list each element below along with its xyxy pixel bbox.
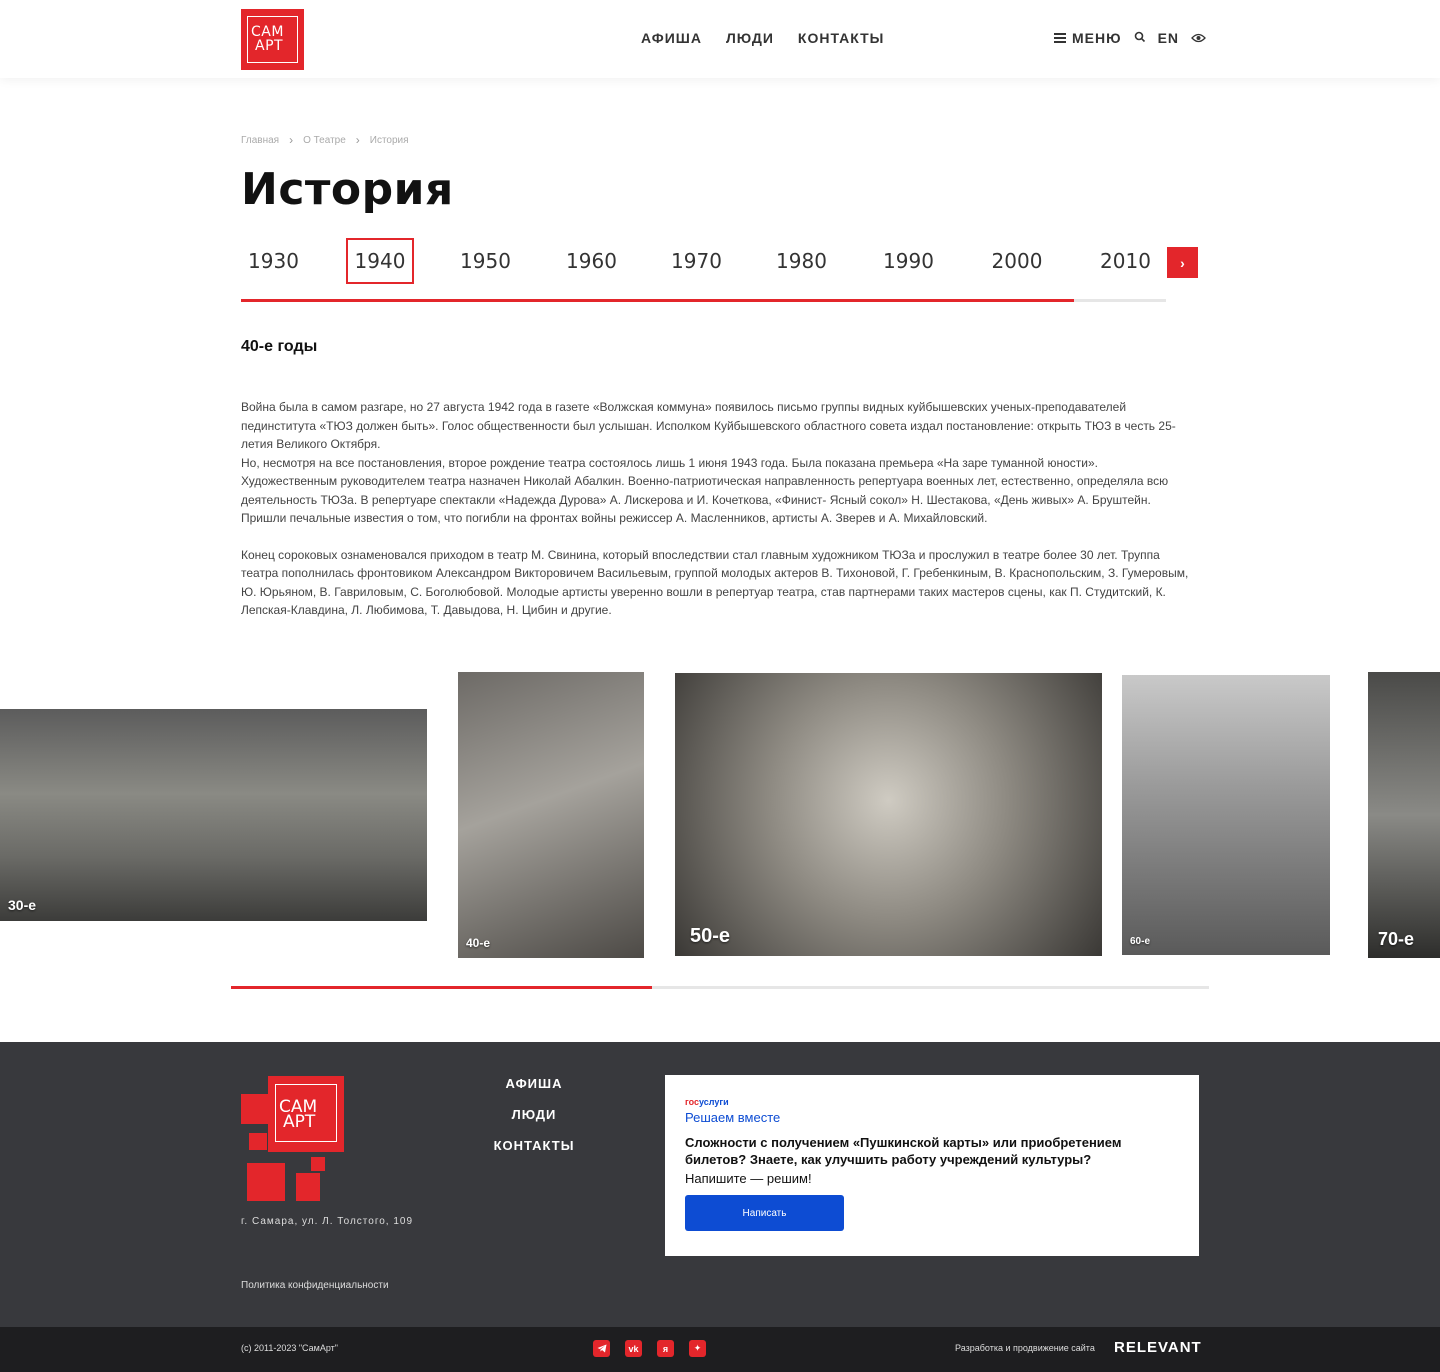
photo-caption: 30-е xyxy=(8,897,37,913)
zen-icon[interactable]: ✦ xyxy=(689,1340,706,1357)
logo-square xyxy=(249,1133,267,1150)
menu-button[interactable]: МЕНЮ xyxy=(1054,30,1122,46)
chevron-right-icon: › xyxy=(355,133,360,147)
gosuslugi-logo: госуслуги xyxy=(685,1097,729,1107)
photo-caption: 50-е xyxy=(690,925,731,947)
decades-progress-fill xyxy=(241,299,1074,302)
eye-icon[interactable] xyxy=(1191,30,1206,46)
decades-progress-track xyxy=(241,299,1166,302)
logo-square xyxy=(241,1094,271,1124)
nav-link-afisha[interactable]: АФИША xyxy=(641,30,702,46)
paragraph-2: Но, несмотря на все постановления, второ… xyxy=(241,455,1169,526)
paragraph-1: Война была в самом разгаре, но 27 август… xyxy=(241,400,1176,451)
menu-label: МЕНЮ xyxy=(1072,30,1122,46)
gallery-photo-40s[interactable]: 40-е xyxy=(458,672,644,958)
hamburger-icon xyxy=(1054,33,1066,43)
developer-brand-link[interactable]: RELEVANT xyxy=(1114,1339,1202,1356)
bottom-bar xyxy=(0,1327,1440,1372)
main-nav: АФИША ЛЮДИ КОНТАКТЫ xyxy=(641,30,884,46)
site-header: САМ АРТ АФИША ЛЮДИ КОНТАКТЫ МЕНЮ EN xyxy=(0,0,1440,78)
footer-address: г. Самара, ул. Л. Толстого, 109 xyxy=(241,1216,414,1227)
site-logo[interactable]: САМ АРТ xyxy=(241,9,304,70)
page-title: История xyxy=(241,164,454,215)
breadcrumb-home[interactable]: Главная xyxy=(241,135,279,146)
footer-link-contacts[interactable]: КОНТАКТЫ xyxy=(494,1138,575,1153)
yandex-icon[interactable]: я xyxy=(657,1340,674,1357)
chevron-right-icon: › xyxy=(1180,254,1185,271)
gosuslugi-widget: госуслуги Решаем вместе Сложности с полу… xyxy=(665,1075,1199,1256)
footer-link-afisha[interactable]: АФИША xyxy=(506,1076,563,1091)
privacy-policy-link[interactable]: Политика конфиденциальности xyxy=(241,1280,389,1291)
photo-caption: 60-е xyxy=(1130,936,1151,947)
breadcrumb: Главная › О Театре › История xyxy=(241,133,409,147)
copyright: (с) 2011-2023 "СамАрт" xyxy=(241,1343,338,1353)
breadcrumb-about[interactable]: О Театре xyxy=(303,135,346,146)
gallery-progress-track xyxy=(231,986,1209,989)
decade-tab-1990[interactable]: 1990 xyxy=(876,238,941,284)
social-links: vk я ✦ xyxy=(593,1340,706,1357)
footer-link-people[interactable]: ЛЮДИ xyxy=(512,1107,557,1122)
footer-logo[interactable]: САМ АРТ xyxy=(241,1075,344,1205)
decade-tab-1930[interactable]: 1930 xyxy=(241,238,306,284)
gallery-photo-30s[interactable]: 30-е xyxy=(0,709,427,921)
decade-tabs: 1930 1940 1950 1960 1970 1980 1990 2000 … xyxy=(241,238,1167,286)
breadcrumb-current: История xyxy=(369,134,409,146)
section-title: 40-е годы xyxy=(241,338,318,355)
telegram-icon[interactable] xyxy=(593,1340,610,1357)
chevron-right-icon: › xyxy=(289,133,294,147)
gallery-photo-50s[interactable]: 50-е xyxy=(675,673,1102,956)
gallery-photo-60s[interactable]: 60-е xyxy=(1122,675,1330,955)
decade-tab-1950[interactable]: 1950 xyxy=(453,238,518,284)
photo-caption: 40-е xyxy=(466,936,491,950)
language-switch[interactable]: EN xyxy=(1158,30,1179,46)
gallery-photo-70s[interactable]: 70-е xyxy=(1368,672,1440,958)
decades-next-button[interactable]: › xyxy=(1167,247,1198,278)
decade-tab-1960[interactable]: 1960 xyxy=(559,238,624,284)
nav-link-contacts[interactable]: КОНТАКТЫ xyxy=(798,30,884,46)
logo-text-line1: САМ xyxy=(251,24,284,40)
photo-caption: 70-е xyxy=(1378,929,1415,949)
decade-tab-1980[interactable]: 1980 xyxy=(769,238,834,284)
footer-nav: АФИША ЛЮДИ КОНТАКТЫ xyxy=(480,1076,588,1153)
decade-tab-1940[interactable]: 1940 xyxy=(346,238,414,284)
vk-icon[interactable]: vk xyxy=(625,1340,642,1357)
logo-square xyxy=(311,1157,325,1171)
decade-tab-2000[interactable]: 2000 xyxy=(983,238,1051,284)
logo-text-line2: АРТ xyxy=(255,38,284,54)
decade-tab-2010[interactable]: 2010 xyxy=(1093,238,1158,284)
gosuslugi-question: Сложности с получением «Пушкинской карты… xyxy=(685,1135,1122,1167)
nav-link-people[interactable]: ЛЮДИ xyxy=(726,30,774,46)
gosuslugi-cta: Напишите — решим! xyxy=(685,1171,812,1186)
developer-text: Разработка и продвижение сайта xyxy=(955,1343,1095,1353)
paragraph-3: Конец сороковых ознаменовался приходом в… xyxy=(241,547,1189,618)
gosuslugi-slogan: Решаем вместе xyxy=(685,1110,781,1125)
gosuslugi-write-button[interactable]: Написать xyxy=(685,1195,844,1231)
logo-square xyxy=(247,1163,285,1201)
history-text: Война была в самом разгаре, но 27 август… xyxy=(241,398,1191,620)
logo-square xyxy=(296,1173,320,1201)
header-tools: МЕНЮ EN xyxy=(1054,30,1206,46)
logo-text-line2: АРТ xyxy=(283,1112,316,1132)
gallery-progress-fill xyxy=(231,986,652,989)
footer-logo-main: САМ АРТ xyxy=(268,1076,344,1152)
decade-tab-1970[interactable]: 1970 xyxy=(664,238,729,284)
search-icon[interactable] xyxy=(1134,30,1146,46)
